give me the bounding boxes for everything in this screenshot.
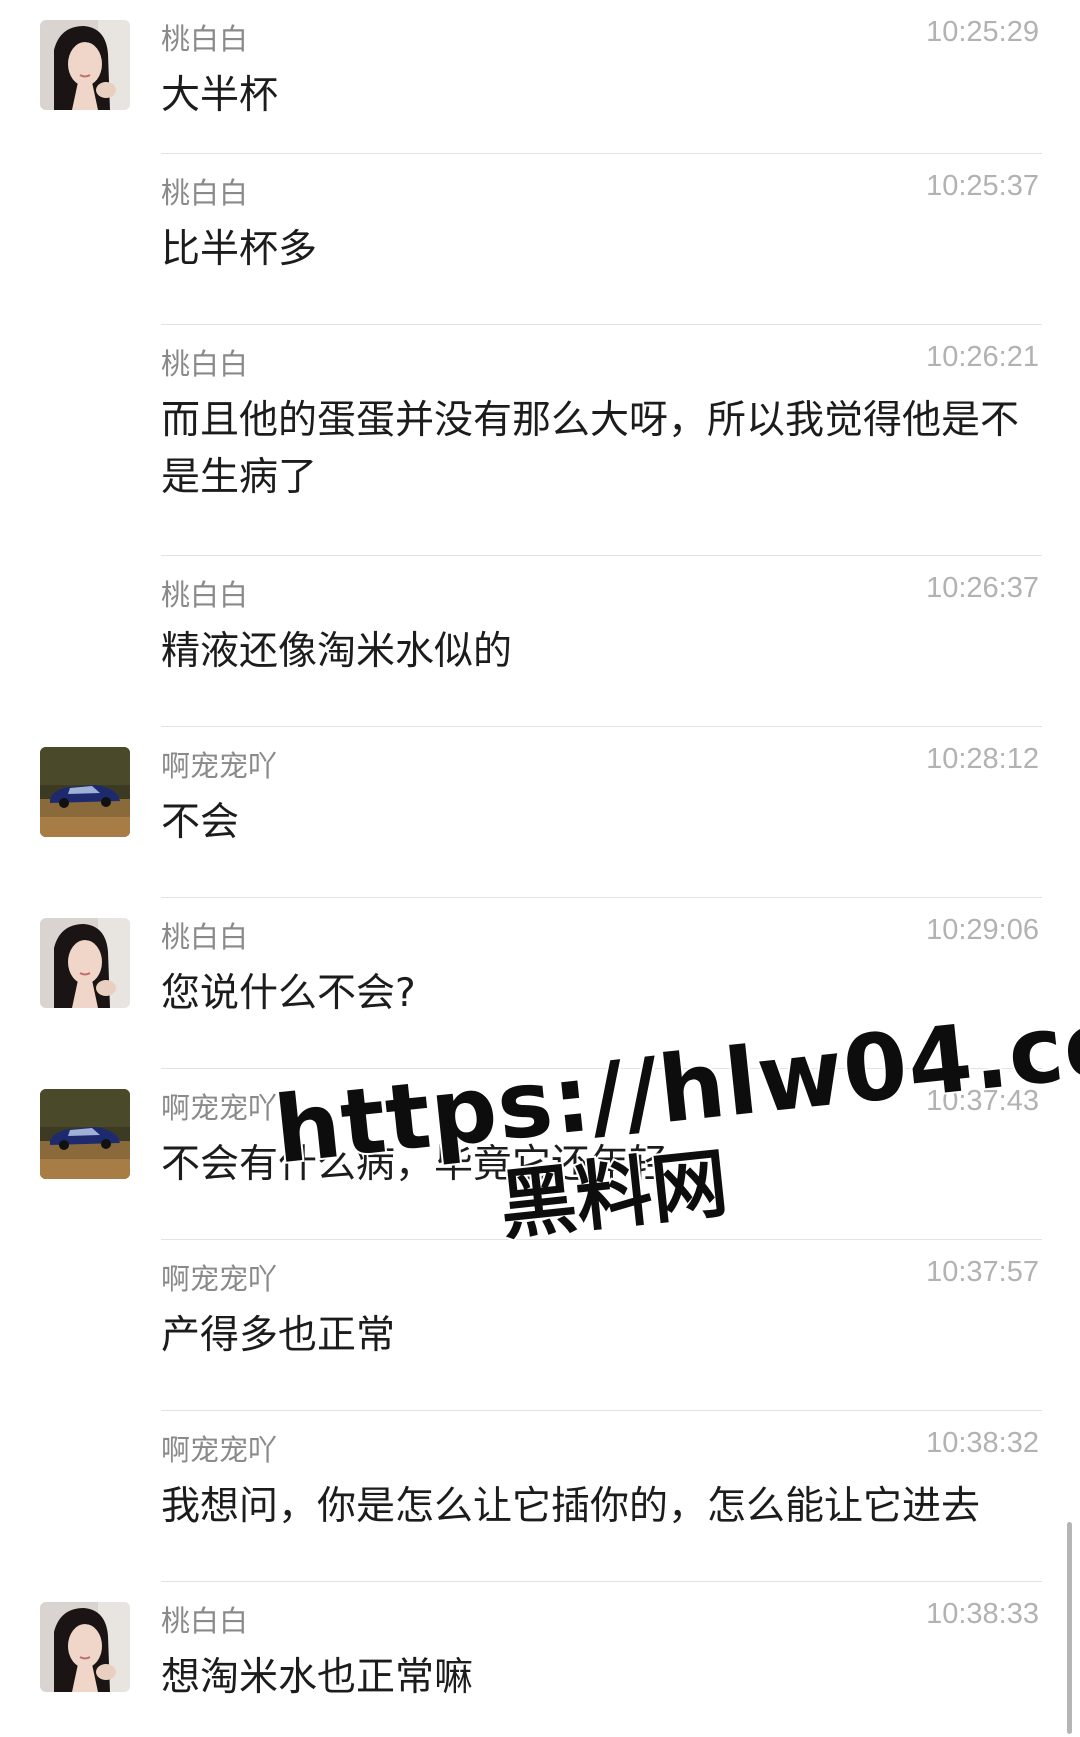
- message-text: 想淘米水也正常嘛: [161, 1655, 474, 1700]
- message-time: 10:28:12: [926, 743, 1039, 775]
- woman-avatar-icon: [40, 1602, 130, 1692]
- message-item[interactable]: 桃白白 10:26:37 精液还像淘米水似的: [0, 556, 1080, 727]
- message-text: 比半杯多: [161, 227, 318, 272]
- message-item[interactable]: 啊宠宠吖 10:38:32 我想问，你是怎么让它插你的，怎么能让它进去: [0, 1411, 1080, 1582]
- sender-name: 啊宠宠吖: [161, 749, 278, 783]
- message-time: 10:37:43: [926, 1085, 1039, 1117]
- message-text: 您说什么不会?: [161, 971, 416, 1016]
- message-item[interactable]: 桃白白 10:25:37 比半杯多: [0, 154, 1080, 325]
- message-text: 不会: [161, 800, 240, 845]
- sender-name: 啊宠宠吖: [161, 1091, 278, 1125]
- avatar[interactable]: [40, 20, 130, 110]
- message-time: 10:26:21: [926, 341, 1039, 373]
- message-item[interactable]: 啊宠宠吖 10:37:57 产得多也正常: [0, 1240, 1080, 1411]
- message-time: 10:38:33: [926, 1598, 1039, 1630]
- car-avatar-icon: [40, 747, 130, 837]
- sender-name: 桃白白: [161, 920, 249, 954]
- message-time: 10:29:06: [926, 914, 1039, 946]
- sender-name: 桃白白: [161, 347, 249, 381]
- avatar[interactable]: [40, 747, 130, 837]
- message-text: 产得多也正常: [161, 1313, 396, 1358]
- avatar[interactable]: [40, 1089, 130, 1179]
- sender-name: 啊宠宠吖: [161, 1433, 278, 1467]
- sender-name: 桃白白: [161, 1604, 249, 1638]
- message-time: 10:25:37: [926, 170, 1039, 202]
- sender-name: 桃白白: [161, 176, 249, 210]
- message-text: 而且他的蛋蛋并没有那么大呀，所以我觉得他是不是生病了: [161, 398, 1020, 500]
- message-item[interactable]: 桃白白 10:29:06 您说什么不会?: [0, 898, 1080, 1069]
- message-text: 精液还像淘米水似的: [161, 629, 513, 674]
- scrollbar[interactable]: [1067, 1522, 1072, 1734]
- car-avatar-icon: [40, 1089, 130, 1179]
- avatar[interactable]: [40, 918, 130, 1008]
- message-item[interactable]: 桃白白 10:26:21 而且他的蛋蛋并没有那么大呀，所以我觉得他是不是生病了: [0, 325, 1080, 556]
- message-time: 10:37:57: [926, 1256, 1039, 1288]
- message-text: 我想问，你是怎么让它插你的，怎么能让它进去: [161, 1484, 981, 1529]
- woman-avatar-icon: [40, 918, 130, 1008]
- message-item[interactable]: 啊宠宠吖 10:28:12 不会: [0, 727, 1080, 898]
- sender-name: 桃白白: [161, 578, 249, 612]
- chat-history[interactable]: 桃白白 10:25:29 大半杯 桃白白 10:25:37 比半杯多 桃白白 1…: [0, 0, 1080, 1737]
- avatar[interactable]: [40, 1602, 130, 1692]
- message-time: 10:25:29: [926, 16, 1039, 48]
- message-item[interactable]: 桃白白 10:25:29 大半杯: [0, 0, 1080, 154]
- sender-name: 桃白白: [161, 22, 249, 56]
- message-item[interactable]: 啊宠宠吖 10:37:43 不会有什么病，毕竟它还年轻: [0, 1069, 1080, 1240]
- woman-avatar-icon: [40, 20, 130, 110]
- message-text: 大半杯: [161, 73, 279, 118]
- message-item[interactable]: 桃白白 10:38:33 想淘米水也正常嘛: [0, 1582, 1080, 1737]
- message-time: 10:38:32: [926, 1427, 1039, 1459]
- sender-name: 啊宠宠吖: [161, 1262, 278, 1296]
- message-text: 不会有什么病，毕竟它还年轻: [161, 1142, 669, 1187]
- message-time: 10:26:37: [926, 572, 1039, 604]
